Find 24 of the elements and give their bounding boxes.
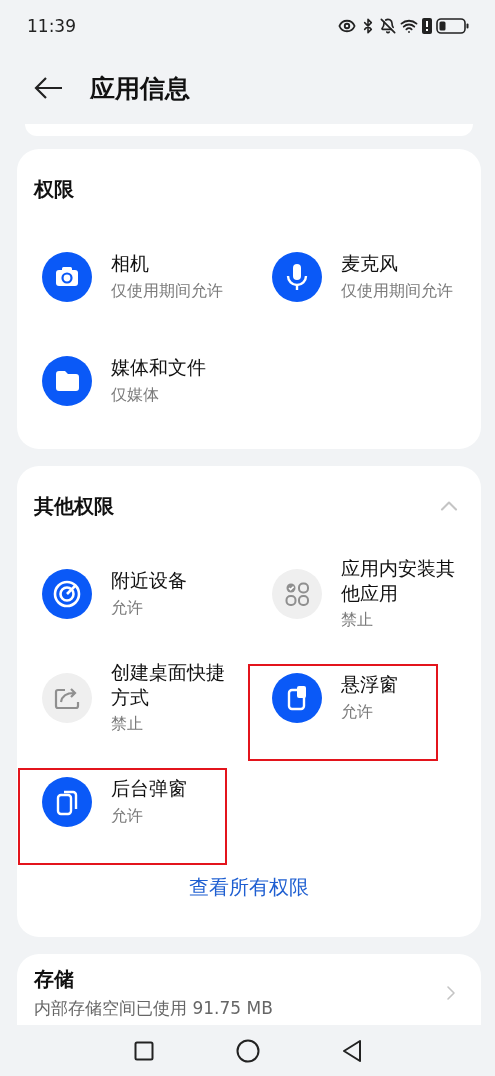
section-title: 其他权限 — [34, 492, 114, 520]
permission-name[interactable]: 悬浮窗 — [341, 673, 398, 698]
permission-name[interactable]: 附近设备 — [111, 569, 187, 594]
permission-name[interactable]: 创建桌面快捷方式 — [111, 661, 233, 710]
permission-name[interactable]: 应用内安装其他应用 — [341, 557, 463, 606]
permission-status: 禁止 — [341, 609, 374, 631]
permission-name[interactable]: 媒体和文件 — [111, 356, 206, 381]
permission-name[interactable]: 相机 — [111, 252, 223, 277]
permission-status: 仅媒体 — [111, 384, 160, 406]
status-time: 11:39 — [27, 16, 76, 36]
permission-name[interactable]: 麦克风 — [341, 252, 453, 277]
storage-title: 存储 — [34, 966, 75, 993]
permission-name[interactable]: 后台弹窗 — [111, 777, 187, 802]
permission-status: 仅使用期间允许 — [111, 280, 223, 302]
storage-card[interactable]: 存储 内部存储空间已使用 91.75 MB — [17, 954, 481, 1025]
permission-status: 允许 — [111, 805, 144, 827]
section-title: 权限 — [34, 175, 74, 203]
view-all-link[interactable]: 查看所有权限 — [188, 874, 309, 901]
storage-usage: 内部存储空间已使用 91.75 MB — [34, 997, 273, 1020]
permission-status: 仅使用期间允许 — [341, 280, 453, 302]
permission-status: 禁止 — [111, 713, 144, 735]
permission-status: 允许 — [341, 701, 374, 723]
page-title: 应用信息 — [90, 72, 190, 105]
permission-status: 允许 — [111, 597, 144, 619]
